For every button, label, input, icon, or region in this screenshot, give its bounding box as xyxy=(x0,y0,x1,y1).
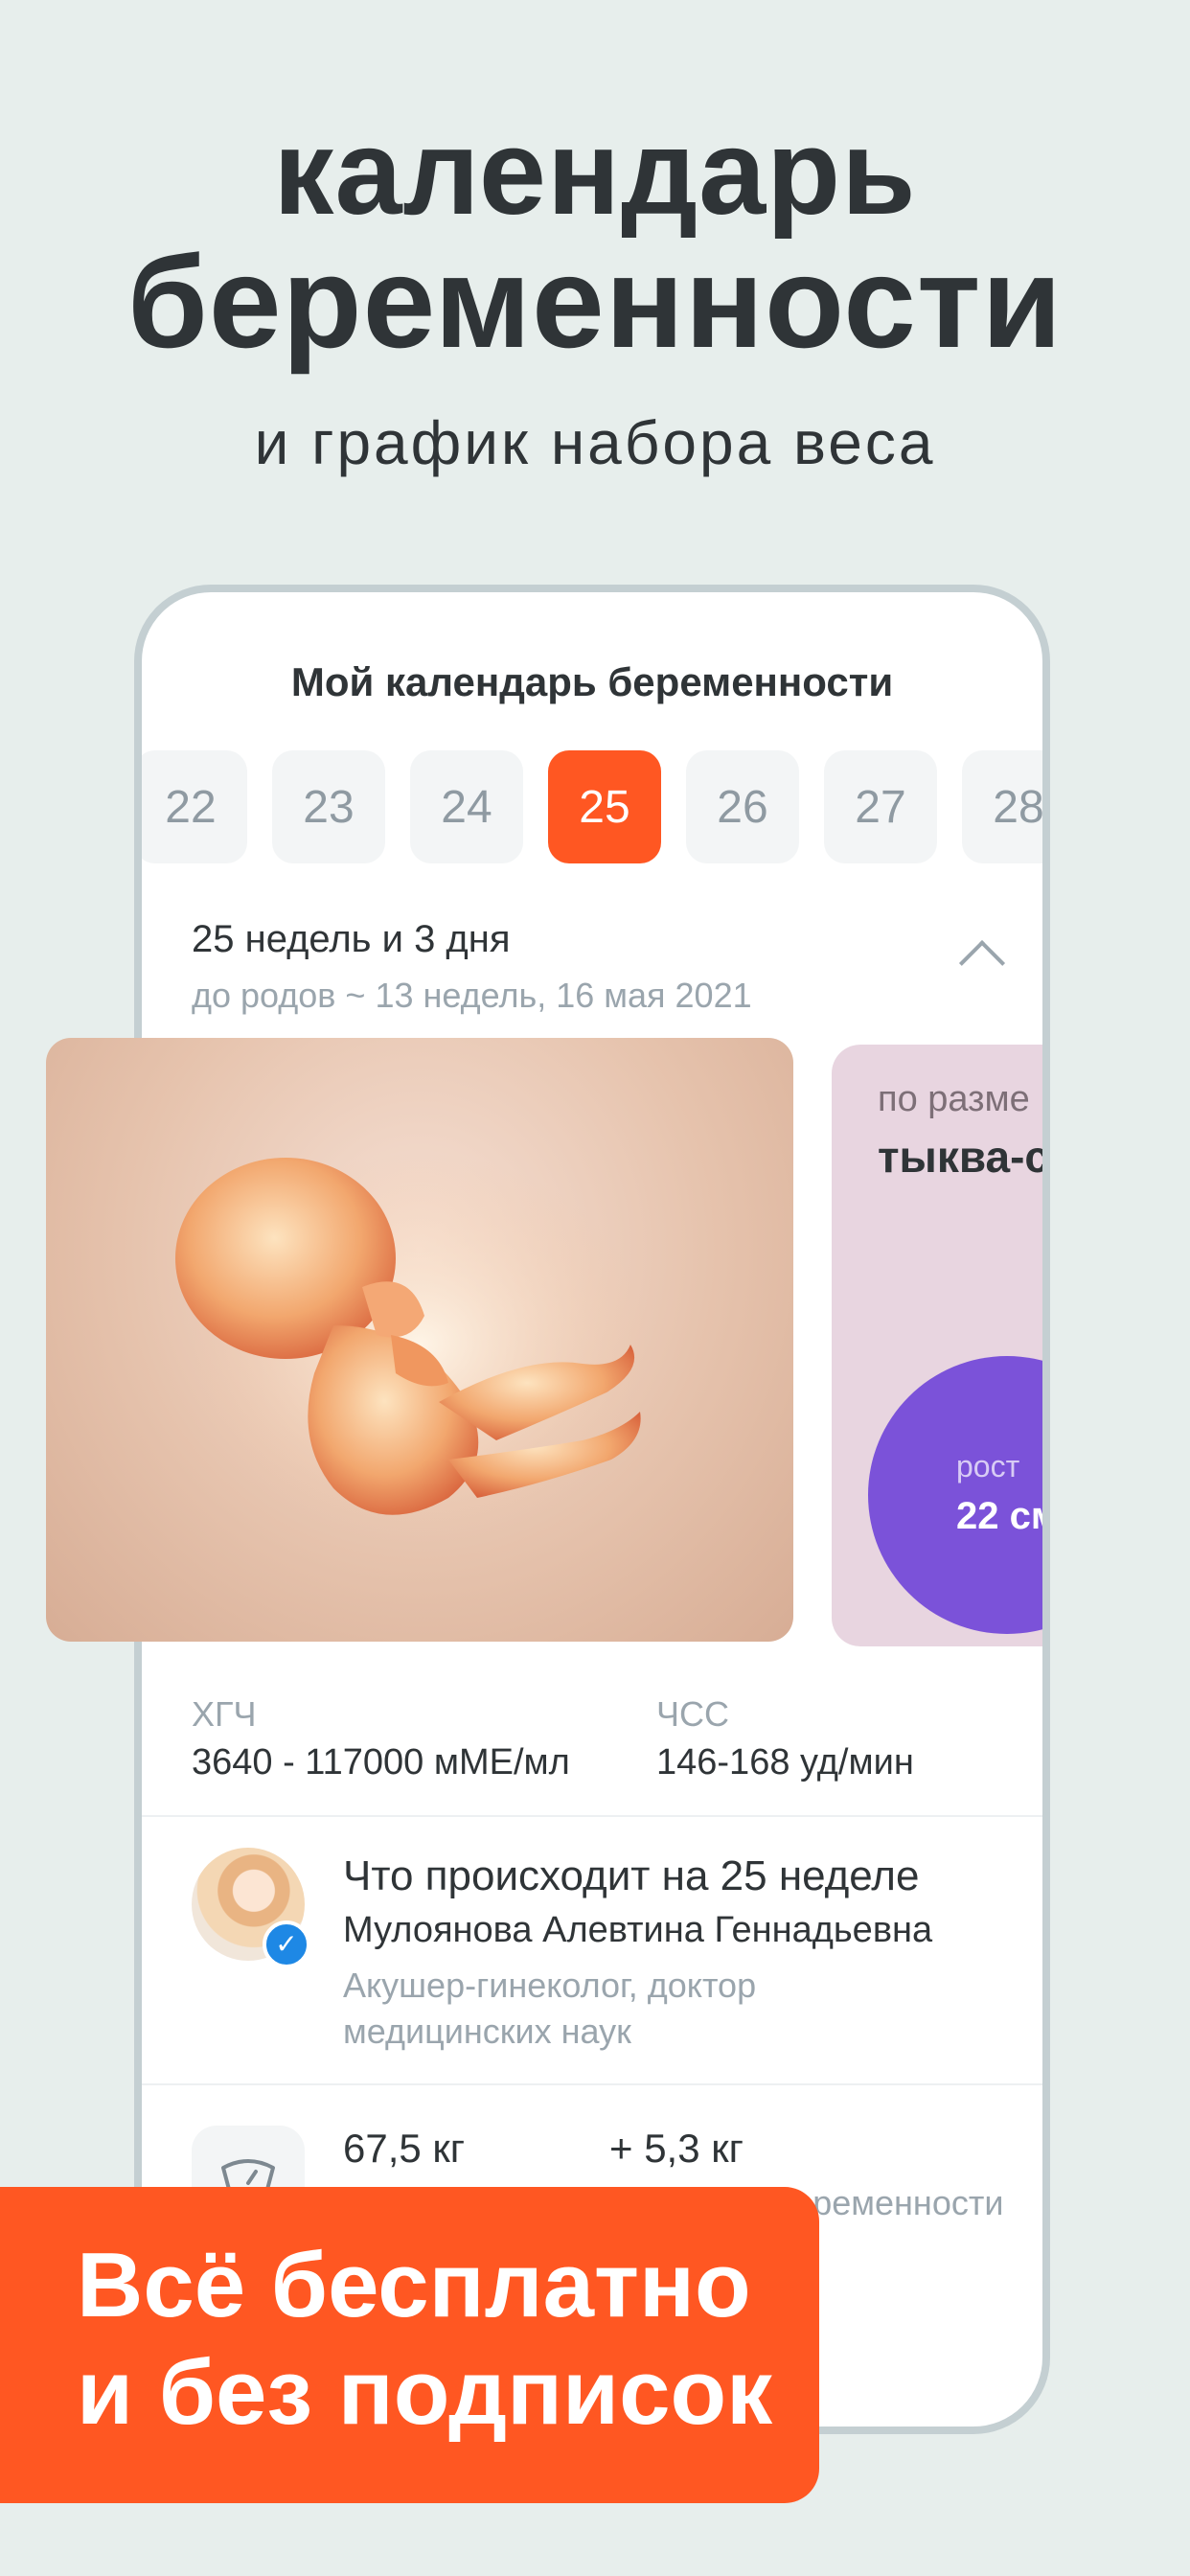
divider xyxy=(142,2083,1042,2085)
week-25-selected[interactable]: 25 xyxy=(548,750,661,863)
author-name: Мулоянова Алевтина Геннадьевна xyxy=(343,1910,933,1950)
hcg-label: ХГЧ xyxy=(192,1694,257,1734)
hero-title-line1: календарь xyxy=(273,104,917,240)
week-22[interactable]: 22 xyxy=(142,750,247,863)
pregnancy-duration: 25 недель и 3 дня xyxy=(192,918,511,960)
screen-title: Мой календарь беременности xyxy=(290,659,894,704)
banner-line1: Всё бесплатно xyxy=(77,2234,751,2336)
article-title[interactable]: Что происходит на 25 неделе xyxy=(343,1852,919,1900)
chevron-up-icon[interactable] xyxy=(958,939,1006,987)
size-label: по разме xyxy=(878,1079,1030,1119)
heart-rate-label: ЧСС xyxy=(656,1694,729,1734)
week-28[interactable]: 28 xyxy=(962,750,1042,863)
fetus-image[interactable] xyxy=(46,1038,793,1642)
hero-subtitle: и график набора веса xyxy=(254,408,936,477)
current-weight: 67,5 кг xyxy=(343,2126,466,2171)
due-date-info: до родов ~ 13 недель, 16 мая 2021 xyxy=(192,976,752,1015)
fruit-size-card[interactable]: по разме тыква-с рост 22 см xyxy=(832,1045,1050,1646)
weight-gain: + 5,3 кг xyxy=(609,2126,744,2171)
week-26[interactable]: 26 xyxy=(686,750,799,863)
week-24[interactable]: 24 xyxy=(410,750,523,863)
banner-line2: и без подписок xyxy=(77,2341,773,2444)
author-role: Акушер-гинеколог, доктор медицинских нау… xyxy=(343,1966,757,2051)
week-23[interactable]: 23 xyxy=(272,750,385,863)
divider xyxy=(142,1815,1042,1817)
growth-label: рост xyxy=(956,1449,1020,1484)
heart-rate-value: 146-168 уд/мин xyxy=(656,1742,914,1782)
week-27[interactable]: 27 xyxy=(824,750,937,863)
free-banner: Всё бесплатно и без подписок xyxy=(0,2187,819,2503)
growth-value: 22 см xyxy=(956,1495,1050,1537)
hero-title-line2: беременности xyxy=(126,229,1064,375)
hcg-value: 3640 - 117000 мМЕ/мл xyxy=(192,1742,570,1782)
size-value: тыква-с xyxy=(878,1132,1049,1182)
week-selector: 22 23 24 25 26 27 28 xyxy=(142,750,1042,865)
checkmark-icon: ✓ xyxy=(263,1920,310,1968)
